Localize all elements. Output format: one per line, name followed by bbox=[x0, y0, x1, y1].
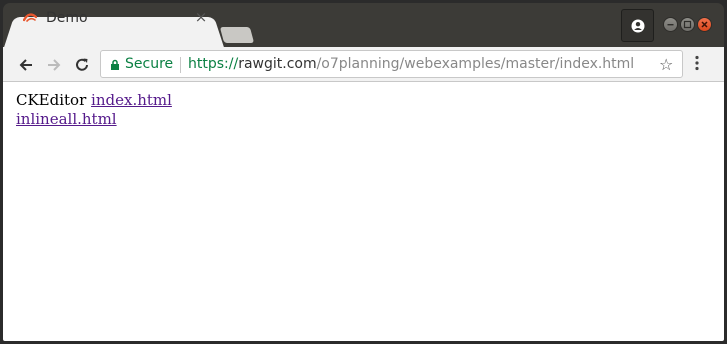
address-bar[interactable]: Secure https://rawgit.com/o7planning/web… bbox=[100, 50, 683, 78]
forward-arrow-icon[interactable] bbox=[45, 56, 63, 74]
omnibox-separator bbox=[180, 57, 181, 73]
close-window-button[interactable] bbox=[697, 17, 712, 32]
close-icon bbox=[701, 21, 708, 28]
maximize-icon bbox=[683, 20, 692, 29]
minimize-icon bbox=[667, 24, 674, 26]
url-host: rawgit.com bbox=[238, 56, 317, 72]
bookmark-star-icon[interactable]: ☆ bbox=[659, 55, 673, 74]
more-menu-icon[interactable] bbox=[695, 55, 699, 71]
new-tab-button[interactable] bbox=[219, 27, 255, 43]
inlineall-link[interactable]: inlineall.html bbox=[16, 110, 117, 128]
url-scheme: https:// bbox=[188, 56, 239, 72]
browser-toolbar: Secure https://rawgit.com/o7planning/web… bbox=[3, 47, 724, 82]
url-text[interactable]: https://rawgit.com/o7planning/webexample… bbox=[188, 56, 634, 72]
index-link[interactable]: index.html bbox=[91, 91, 172, 109]
profile-icon bbox=[631, 19, 645, 33]
tab-title: Demo bbox=[46, 10, 88, 26]
content-line-1: CKEditor index.html bbox=[16, 91, 172, 109]
content-line-2: inlineall.html bbox=[16, 110, 117, 128]
url-path: /o7planning/webexamples/master/index.htm… bbox=[316, 56, 635, 72]
reload-icon[interactable] bbox=[73, 56, 91, 74]
back-arrow-icon[interactable] bbox=[17, 56, 35, 74]
page-content: CKEditor index.html inlineall.html bbox=[3, 82, 724, 341]
minimize-button[interactable] bbox=[663, 17, 678, 32]
secure-label: Secure bbox=[125, 56, 174, 72]
tab-strip: Demo × bbox=[3, 3, 724, 47]
ckeditor-text: CKEditor bbox=[16, 91, 87, 109]
lock-icon bbox=[111, 59, 119, 70]
tab-demo[interactable] bbox=[15, 17, 213, 47]
profile-button[interactable] bbox=[621, 9, 654, 42]
tab-close-icon[interactable]: × bbox=[193, 8, 209, 26]
maximize-button[interactable] bbox=[680, 17, 695, 32]
rawgit-favicon-icon bbox=[23, 13, 37, 22]
browser-window: Demo × Secure https://rawgit.com/o7plann… bbox=[3, 3, 724, 341]
